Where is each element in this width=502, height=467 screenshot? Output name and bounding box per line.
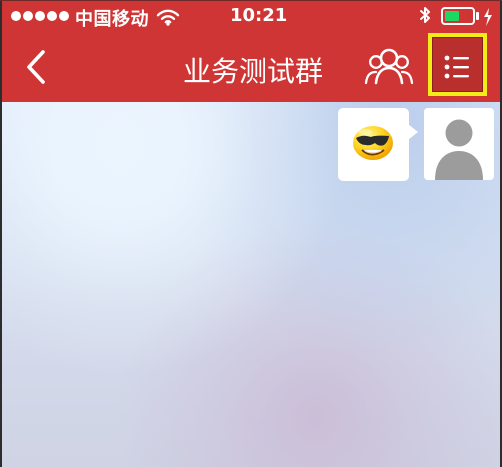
chat-menu-button[interactable] bbox=[428, 33, 487, 96]
signal-dot bbox=[47, 11, 57, 21]
signal-dot bbox=[11, 11, 21, 21]
header: 中国移动 10:21 业务测试群 bbox=[0, 0, 502, 102]
chat-title: 业务测试群 bbox=[182, 55, 323, 88]
message-bubble[interactable] bbox=[338, 108, 409, 181]
carrier-label: 中国移动 bbox=[75, 9, 149, 30]
signal-dot bbox=[35, 11, 45, 21]
user-avatar[interactable] bbox=[424, 108, 494, 180]
list-menu-icon bbox=[444, 55, 469, 79]
top-frame-line bbox=[0, 0, 502, 1]
signal-strength-icon bbox=[11, 11, 69, 21]
left-frame-line bbox=[0, 0, 2, 467]
wifi-icon bbox=[156, 8, 180, 30]
battery-cap bbox=[476, 12, 479, 20]
group-members-button[interactable] bbox=[360, 44, 418, 90]
battery-icon bbox=[441, 7, 475, 25]
chat-message-area bbox=[0, 102, 502, 467]
back-button[interactable] bbox=[20, 42, 60, 96]
message-bubble-tail bbox=[408, 124, 418, 140]
signal-dot bbox=[59, 11, 69, 21]
bluetooth-icon bbox=[417, 5, 433, 31]
signal-dot bbox=[23, 11, 33, 21]
charging-bolt-icon bbox=[482, 7, 494, 31]
status-bar: 中国移动 10:21 bbox=[0, 0, 502, 34]
chat-screen: 中国移动 10:21 业务测试群 bbox=[0, 0, 502, 467]
battery-level bbox=[445, 11, 460, 21]
cool-face-icon bbox=[351, 124, 395, 162]
outgoing-message-row bbox=[338, 108, 495, 182]
group-members-icon bbox=[364, 48, 414, 85]
status-time: 10:21 bbox=[230, 5, 288, 26]
user-avatar-icon bbox=[424, 108, 494, 180]
